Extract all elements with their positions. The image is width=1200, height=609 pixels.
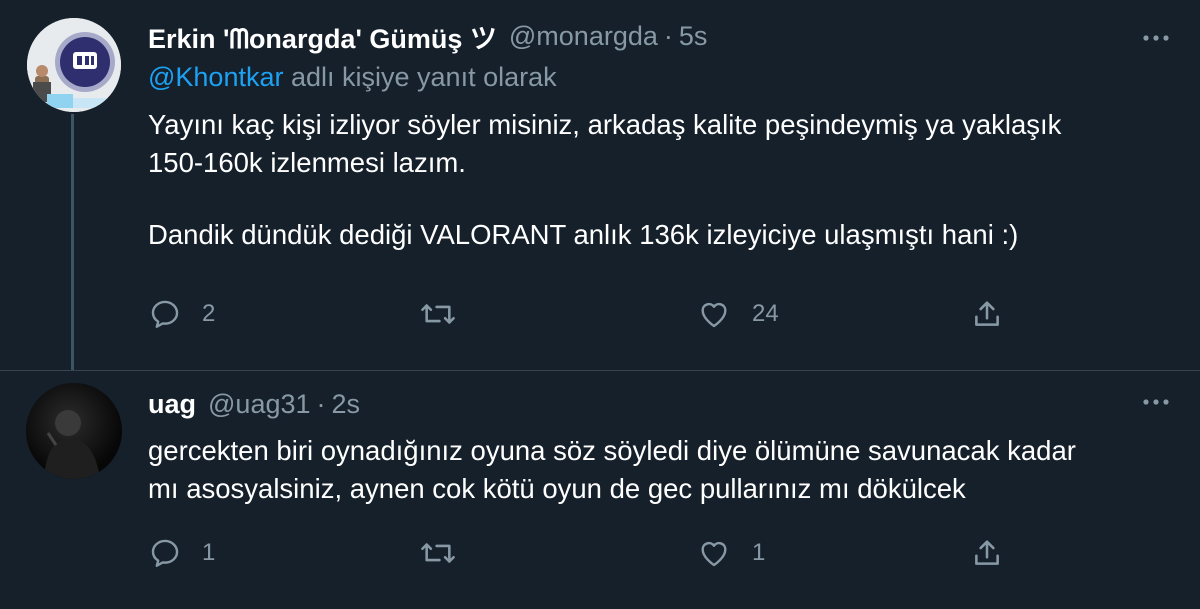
like-count: 24 [752, 300, 779, 327]
timestamp[interactable]: 5s [679, 21, 708, 52]
display-name[interactable]: Erkin 'ᗰonargda' Gümüş ツ [148, 17, 497, 56]
share-upload-icon [970, 536, 1004, 570]
tweet-header: Erkin 'ᗰonargda' Gümüş ツ @monargda · 5s [148, 16, 707, 56]
reply-count: 2 [202, 300, 216, 327]
tweet-text-line: Dandik dündük dediği VALORANT anlık 136k… [148, 219, 1019, 250]
reply-to-suffix: adlı kişiye yanıt olarak [283, 62, 557, 92]
like-button[interactable]: 1 [696, 531, 765, 575]
user-handle[interactable]: @uag31 [208, 389, 311, 420]
reply-count: 1 [202, 539, 216, 566]
tweet-text: gercekten biri oynadığınız oyuna söz söy… [148, 432, 1168, 508]
replying-to-line: @Khontkar adlı kişiye yanıt olarak [148, 62, 557, 93]
separator-dot: · [316, 388, 326, 419]
more-horizontal-icon[interactable] [1138, 20, 1174, 56]
reply-to-mention-link[interactable]: @Khontkar [148, 62, 283, 92]
retweet-icon [418, 536, 458, 570]
heart-icon [696, 297, 732, 331]
retweet-button[interactable] [418, 292, 478, 336]
tweet-monargda[interactable]: Erkin 'ᗰonargda' Gümüş ツ @monargda · 5s … [0, 0, 1200, 370]
tweet-action-bar: 1 1 [148, 531, 1018, 575]
tweet-text-line: 150-160k izlenmesi lazım. [148, 147, 466, 178]
like-count: 1 [752, 539, 766, 566]
tweet-header: uag @uag31 · 2s [148, 384, 360, 424]
avatar[interactable] [27, 18, 121, 112]
tweet-uag[interactable]: uag @uag31 · 2s gercekten biri oynadığın… [0, 372, 1200, 609]
reply-bubble-icon [148, 536, 182, 570]
display-name[interactable]: uag [148, 389, 196, 420]
share-upload-icon [970, 297, 1004, 331]
tweet-divider [0, 370, 1200, 371]
tweet-action-bar: 2 24 [148, 292, 1018, 336]
tweet-text-line: gercekten biri oynadığınız oyuna söz söy… [148, 435, 1076, 466]
reply-button[interactable]: 1 [148, 531, 215, 575]
tweet-text: Yayını kaç kişi izliyor söyler misiniz, … [148, 106, 1168, 254]
share-button[interactable] [970, 292, 1004, 336]
thread-connector-line [71, 114, 74, 370]
separator-dot: · [663, 20, 673, 51]
avatar[interactable] [26, 383, 122, 479]
retweet-icon [418, 297, 458, 331]
like-button[interactable]: 24 [696, 292, 779, 336]
tweet-text-line: Yayını kaç kişi izliyor söyler misiniz, … [148, 109, 1062, 140]
more-horizontal-icon[interactable] [1138, 384, 1174, 420]
share-button[interactable] [970, 531, 1004, 575]
tweet-text-line: mı asosyalsiniz, aynen cok kötü oyun de … [148, 473, 966, 504]
timestamp[interactable]: 2s [332, 389, 361, 420]
heart-icon [696, 536, 732, 570]
user-handle[interactable]: @monargda [509, 21, 658, 52]
retweet-button[interactable] [418, 531, 478, 575]
reply-bubble-icon [148, 297, 182, 331]
reply-button[interactable]: 2 [148, 292, 215, 336]
